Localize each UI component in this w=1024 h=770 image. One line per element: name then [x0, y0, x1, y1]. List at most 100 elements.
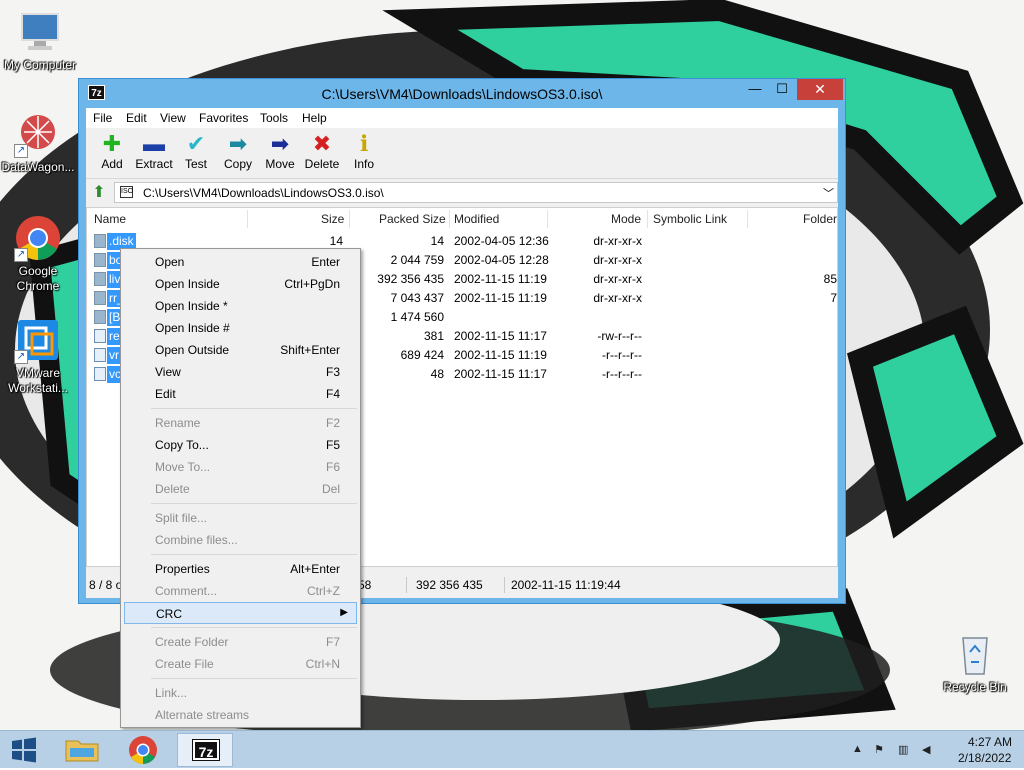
clock-time[interactable]: 4:27 AM — [968, 735, 1012, 749]
column-modified[interactable]: Modified — [454, 212, 499, 226]
menu-item-shortcut: Shift+Enter — [280, 343, 340, 357]
toolbar-extract-button[interactable]: ▬ Extract — [130, 131, 178, 172]
folder-icon — [94, 253, 106, 267]
context-menu-item[interactable]: Rename F2 — [124, 412, 357, 434]
row-mode: dr-xr-xr-x — [593, 272, 642, 286]
maximize-button[interactable]: ☐ — [769, 79, 795, 100]
column-size[interactable]: Size — [321, 212, 344, 226]
menu-item-shortcut: F5 — [325, 438, 340, 452]
menu-separator — [151, 627, 357, 628]
menu-item-label: Create File — [155, 657, 214, 671]
taskbar-file-explorer[interactable] — [54, 733, 110, 767]
context-menu-item[interactable]: Link... — [124, 682, 357, 704]
desktop-icon-google-chrome[interactable]: ↗ Google Chrome — [0, 214, 78, 294]
column-mode[interactable]: Mode — [611, 212, 641, 226]
folder-icon — [94, 272, 106, 286]
taskbar-7zip[interactable]: 7z — [177, 733, 233, 767]
address-field[interactable]: ISO C:\Users\VM4\Downloads\LindowsOS3.0.… — [114, 182, 838, 203]
menu-item-label: Combine files... — [155, 533, 238, 547]
shortcut-arrow-icon: ↗ — [14, 144, 28, 158]
show-hidden-icon[interactable]: ▲ — [852, 743, 863, 755]
menu-file[interactable]: File — [93, 111, 112, 125]
column-divider[interactable] — [747, 210, 748, 228]
context-menu-item[interactable]: Open Enter — [124, 251, 357, 273]
context-menu-item[interactable]: Comment... Ctrl+Z — [124, 580, 357, 602]
toolbar-button-label: Move — [265, 157, 295, 171]
context-menu-item[interactable]: Delete Del — [124, 478, 357, 500]
toolbar-move-button[interactable]: ➡ Move — [256, 131, 304, 172]
start-button[interactable] — [8, 736, 40, 764]
column-divider[interactable] — [247, 210, 248, 228]
context-menu-item[interactable]: Alternate streams — [124, 704, 357, 726]
row-packed: 1 474 560 — [390, 310, 444, 324]
toolbar: ✚ Add ▬ Extract ✔ Test ➡ Copy ➡ Move ✖ Delete ℹ Info — [86, 129, 838, 179]
column-symbolic-link[interactable]: Symbolic Link — [653, 212, 727, 226]
menu-help[interactable]: Help — [302, 111, 327, 125]
context-menu-item[interactable]: Open Inside Ctrl+PgDn — [124, 273, 357, 295]
close-button[interactable]: ✕ — [797, 79, 843, 100]
action-center-icon[interactable]: ⚑ — [874, 743, 884, 756]
chevron-down-icon[interactable]: ﹀ — [823, 185, 834, 201]
menu-item-label: Create Folder — [155, 635, 229, 649]
clock-date[interactable]: 2/18/2022 — [958, 751, 1011, 765]
status-divider — [406, 577, 407, 593]
desktop-icon-vmware[interactable]: ↗ VMware Workstati... — [0, 316, 78, 396]
context-menu-item[interactable]: Split file... — [124, 507, 357, 529]
delete-icon: ✖ — [312, 131, 332, 156]
file-explorer-icon — [65, 740, 99, 762]
toolbar-test-button[interactable]: ✔ Test — [172, 131, 220, 172]
context-menu-item[interactable]: View F3 — [124, 361, 357, 383]
menu-view[interactable]: View — [160, 111, 186, 125]
toolbar-add-button[interactable]: ✚ Add — [88, 131, 136, 172]
context-menu-item[interactable]: Open Inside * — [124, 295, 357, 317]
context-menu-item[interactable]: Move To... F6 — [124, 456, 357, 478]
menu-item-label: CRC — [156, 607, 182, 621]
context-menu-item[interactable]: CRC ▶ — [124, 602, 357, 624]
list-header: Name Size Packed Size Modified Mode Symb… — [87, 208, 837, 230]
info-icon: ℹ — [359, 131, 369, 156]
desktop-icon-my-computer[interactable]: My Computer — [0, 8, 80, 73]
row-mode: dr-xr-xr-x — [593, 234, 642, 248]
row-packed: 2 044 759 — [390, 253, 444, 267]
context-menu-item[interactable]: Open Inside # — [124, 317, 357, 339]
column-folder[interactable]: Folder — [803, 212, 837, 226]
toolbar-button-label: Copy — [223, 157, 252, 171]
title-bar[interactable]: 7z C:\Users\VM4\Downloads\LindowsOS3.0.i… — [79, 79, 845, 107]
context-menu-item[interactable]: Create File Ctrl+N — [124, 653, 357, 675]
column-divider[interactable] — [547, 210, 548, 228]
desktop-icon-recycle-bin[interactable]: Recycle Bin — [935, 630, 1015, 695]
taskbar-chrome[interactable] — [115, 733, 171, 767]
row-packed: 392 356 435 — [377, 272, 444, 286]
column-divider[interactable] — [647, 210, 648, 228]
context-menu-item[interactable]: Open Outside Shift+Enter — [124, 339, 357, 361]
menu-item-shortcut: F3 — [325, 365, 340, 379]
menu-item-label: Link... — [155, 686, 188, 700]
row-packed: 48 — [430, 367, 444, 381]
desktop-icon-datawagon[interactable]: ↗ DataWagon... — [0, 110, 78, 175]
column-packed-size[interactable]: Packed Size — [379, 212, 446, 226]
toolbar-copy-button[interactable]: ➡ Copy — [214, 131, 262, 172]
context-menu-item[interactable]: Edit F4 — [124, 383, 357, 405]
volume-icon[interactable]: ◀ — [922, 743, 930, 756]
menu-tools[interactable]: Tools — [260, 111, 288, 125]
menu-edit[interactable]: Edit — [126, 111, 147, 125]
file-icon — [94, 348, 106, 362]
context-menu-item[interactable]: Properties Alt+Enter — [124, 558, 357, 580]
toolbar-delete-button[interactable]: ✖ Delete — [298, 131, 346, 172]
menu-bar: File Edit View Favorites Tools Help — [86, 108, 838, 128]
status-selection: 8 / 8 o — [89, 578, 123, 592]
column-divider[interactable] — [349, 210, 350, 228]
submenu-arrow-icon: ▶ — [340, 607, 348, 618]
toolbar-info-button[interactable]: ℹ Info — [340, 131, 388, 172]
column-name[interactable]: Name — [94, 212, 126, 226]
folder-up-icon[interactable]: ⬆ — [89, 183, 109, 203]
network-icon[interactable]: ▥ — [898, 743, 908, 756]
copy-icon: ➡ — [228, 131, 248, 156]
context-menu-item[interactable]: Copy To... F5 — [124, 434, 357, 456]
column-divider[interactable] — [449, 210, 450, 228]
context-menu-item[interactable]: Combine files... — [124, 529, 357, 551]
minimize-button[interactable]: — — [742, 79, 768, 100]
menu-favorites[interactable]: Favorites — [199, 111, 248, 125]
address-bar: ⬆ ISO C:\Users\VM4\Downloads\LindowsOS3.… — [86, 181, 838, 205]
context-menu-item[interactable]: Create Folder F7 — [124, 631, 357, 653]
